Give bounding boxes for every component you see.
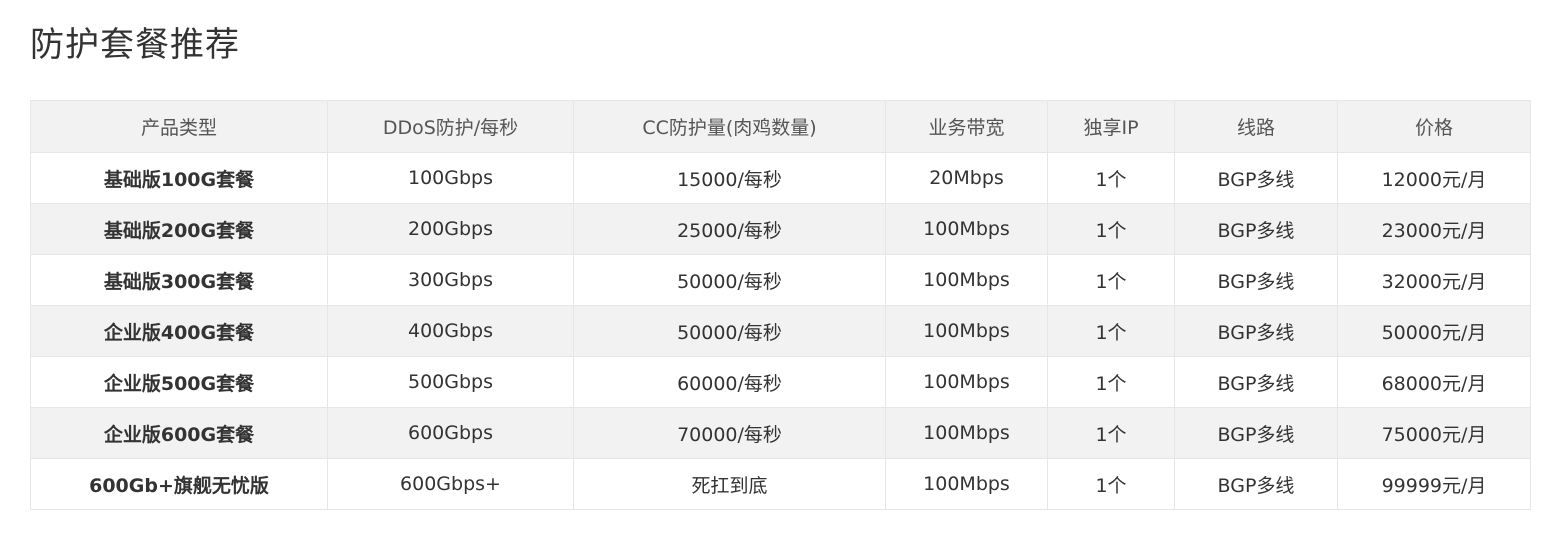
column-header-cc-protection: CC防护量(肉鸡数量) [573, 100, 886, 153]
column-header-product-type: 产品类型 [30, 100, 328, 153]
table-row: 企业版600G套餐 600Gbps 70000/每秒 100Mbps 1个 BG… [30, 407, 1531, 459]
ddos-cell: 200Gbps [327, 203, 574, 255]
plan-name-cell: 基础版200G套餐 [30, 203, 328, 255]
bandwidth-cell: 20Mbps [885, 152, 1048, 204]
plan-name-cell: 600Gb+旗舰无忧版 [30, 458, 328, 510]
cc-cell: 70000/每秒 [573, 407, 886, 459]
ddos-cell: 600Gbps+ [327, 458, 574, 510]
cc-cell: 25000/每秒 [573, 203, 886, 255]
column-header-line: 线路 [1174, 100, 1338, 153]
ddos-cell: 600Gbps [327, 407, 574, 459]
ip-cell: 1个 [1047, 458, 1175, 510]
table-row: 600Gb+旗舰无忧版 600Gbps+ 死扛到底 100Mbps 1个 BGP… [30, 458, 1531, 510]
bandwidth-cell: 100Mbps [885, 407, 1048, 459]
bandwidth-cell: 100Mbps [885, 356, 1048, 408]
table-row: 基础版300G套餐 300Gbps 50000/每秒 100Mbps 1个 BG… [30, 254, 1531, 306]
cc-cell: 15000/每秒 [573, 152, 886, 204]
price-cell: 75000元/月 [1337, 407, 1531, 459]
table-row: 基础版200G套餐 200Gbps 25000/每秒 100Mbps 1个 BG… [30, 203, 1531, 255]
ddos-cell: 400Gbps [327, 305, 574, 357]
cc-cell: 50000/每秒 [573, 254, 886, 306]
bandwidth-cell: 100Mbps [885, 203, 1048, 255]
table-row: 企业版500G套餐 500Gbps 60000/每秒 100Mbps 1个 BG… [30, 356, 1531, 408]
page-title: 防护套餐推荐 [30, 25, 240, 65]
bandwidth-cell: 100Mbps [885, 254, 1048, 306]
ddos-cell: 300Gbps [327, 254, 574, 306]
ip-cell: 1个 [1047, 152, 1175, 204]
plan-name-cell: 企业版500G套餐 [30, 356, 328, 408]
line-cell: BGP多线 [1174, 407, 1338, 459]
line-cell: BGP多线 [1174, 305, 1338, 357]
column-header-ddos-protection: DDoS防护/每秒 [327, 100, 574, 153]
line-cell: BGP多线 [1174, 254, 1338, 306]
price-cell: 23000元/月 [1337, 203, 1531, 255]
ip-cell: 1个 [1047, 254, 1175, 306]
ip-cell: 1个 [1047, 356, 1175, 408]
column-header-bandwidth: 业务带宽 [885, 100, 1048, 153]
price-cell: 68000元/月 [1337, 356, 1531, 408]
table-header-row: 产品类型 DDoS防护/每秒 CC防护量(肉鸡数量) 业务带宽 独享IP 线路 … [30, 100, 1531, 153]
price-cell: 50000元/月 [1337, 305, 1531, 357]
ip-cell: 1个 [1047, 305, 1175, 357]
plan-name-cell: 企业版600G套餐 [30, 407, 328, 459]
cc-cell: 死扛到底 [573, 458, 886, 510]
column-header-price: 价格 [1337, 100, 1531, 153]
ip-cell: 1个 [1047, 203, 1175, 255]
line-cell: BGP多线 [1174, 203, 1338, 255]
cc-cell: 60000/每秒 [573, 356, 886, 408]
plan-name-cell: 基础版300G套餐 [30, 254, 328, 306]
ddos-cell: 100Gbps [327, 152, 574, 204]
line-cell: BGP多线 [1174, 356, 1338, 408]
column-header-dedicated-ip: 独享IP [1047, 100, 1175, 153]
price-cell: 32000元/月 [1337, 254, 1531, 306]
line-cell: BGP多线 [1174, 152, 1338, 204]
bandwidth-cell: 100Mbps [885, 305, 1048, 357]
line-cell: BGP多线 [1174, 458, 1338, 510]
ddos-cell: 500Gbps [327, 356, 574, 408]
cc-cell: 50000/每秒 [573, 305, 886, 357]
ip-cell: 1个 [1047, 407, 1175, 459]
plan-name-cell: 基础版100G套餐 [30, 152, 328, 204]
table-row: 基础版100G套餐 100Gbps 15000/每秒 20Mbps 1个 BGP… [30, 152, 1531, 204]
price-cell: 99999元/月 [1337, 458, 1531, 510]
table-row: 企业版400G套餐 400Gbps 50000/每秒 100Mbps 1个 BG… [30, 305, 1531, 357]
price-cell: 12000元/月 [1337, 152, 1531, 204]
page: 防护套餐推荐 产品类型 DDoS防护/每秒 CC防护量(肉鸡数量) 业务带宽 独… [0, 0, 1555, 544]
protection-plans-table: 产品类型 DDoS防护/每秒 CC防护量(肉鸡数量) 业务带宽 独享IP 线路 … [30, 100, 1531, 510]
plan-name-cell: 企业版400G套餐 [30, 305, 328, 357]
bandwidth-cell: 100Mbps [885, 458, 1048, 510]
